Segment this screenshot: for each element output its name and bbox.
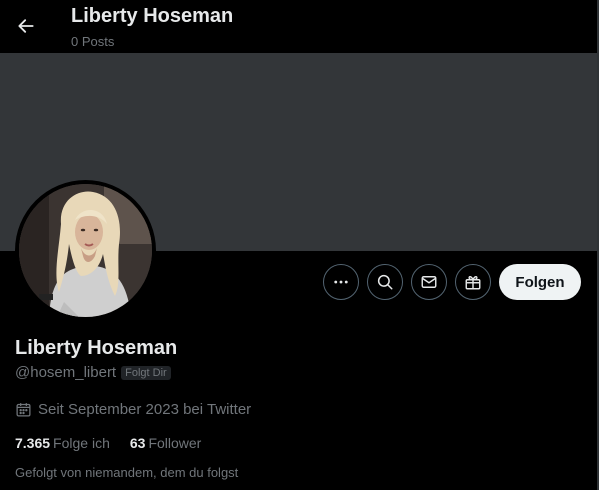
search-button[interactable] <box>367 264 403 300</box>
back-button[interactable] <box>10 10 42 42</box>
avatar[interactable] <box>15 180 156 321</box>
gift-icon <box>465 276 481 290</box>
profile-stats: 7.365 Folge ich 63 Follower <box>15 435 201 451</box>
follow-button[interactable]: Folgen <box>499 264 581 300</box>
following-count: 7.365 <box>15 435 51 451</box>
gift-button[interactable] <box>455 264 491 300</box>
arrow-left-icon <box>18 19 34 33</box>
followers-count: 63 <box>129 435 146 451</box>
following-label: Folge ich <box>53 435 110 451</box>
envelope-icon <box>421 276 437 288</box>
calendar-icon <box>16 403 31 417</box>
profile-handle: @hosem_libert <box>15 364 117 381</box>
join-date: Seit September 2023 bei Twitter <box>15 401 251 418</box>
avatar-photo <box>19 184 152 317</box>
more-horizontal-icon <box>334 280 348 284</box>
header-title: Liberty Hoseman <box>71 5 234 27</box>
followers-link[interactable]: 63 Follower <box>130 435 201 451</box>
following-link[interactable]: 7.365 Folge ich <box>15 435 110 451</box>
handle-row: @hosem_libert Folgt Dir <box>15 364 171 381</box>
profile-actions: Folgen <box>323 264 581 300</box>
profile-header: Liberty Hoseman 0 Posts <box>0 0 599 53</box>
join-date-text: Seit September 2023 bei Twitter <box>38 401 252 418</box>
message-button[interactable] <box>411 264 447 300</box>
profile-name: Liberty Hoseman <box>15 337 178 359</box>
post-count: 0 Posts <box>71 34 115 49</box>
follows-you-badge: Folgt Dir <box>121 365 171 380</box>
followed-by-text: Gefolgt von niemandem, dem du folgst <box>15 465 239 480</box>
more-button[interactable] <box>323 264 359 300</box>
followers-label: Follower <box>148 435 202 451</box>
search-icon <box>377 274 393 290</box>
